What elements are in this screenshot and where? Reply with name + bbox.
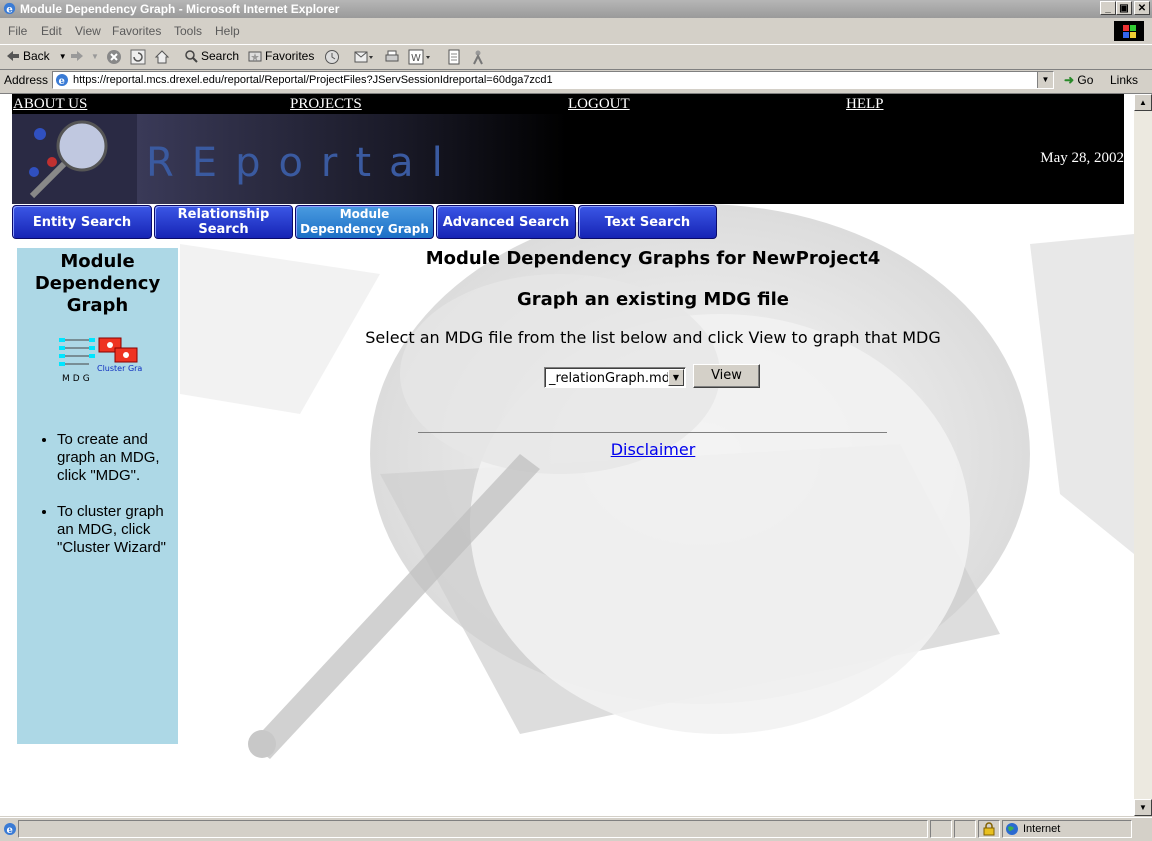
menu-view[interactable]: View: [75, 24, 101, 38]
mdg-file-select[interactable]: _relationGraph.mdg ▼: [544, 367, 686, 388]
maximize-button[interactable]: ▣: [1116, 1, 1132, 15]
edit-icon[interactable]: W: [408, 49, 432, 65]
svg-text:e: e: [6, 3, 13, 15]
tab-advanced-search[interactable]: Advanced Search: [436, 205, 576, 239]
close-button[interactable]: ✕: [1134, 1, 1150, 15]
menu-tools[interactable]: Tools: [174, 24, 202, 38]
sidebar-tips: To create and graph an MDG, click "MDG".…: [17, 431, 178, 575]
page-subheading: Graph an existing MDG file: [516, 289, 790, 310]
svg-text:e: e: [7, 825, 13, 836]
view-button[interactable]: View: [693, 364, 760, 388]
svg-text:e: e: [59, 76, 65, 87]
home-icon[interactable]: [154, 49, 170, 65]
browser-toolbar: Back ▼ ▼ Search Favorites W: [0, 44, 1152, 70]
go-arrow-icon: ➜: [1064, 73, 1075, 87]
forward-button[interactable]: ▼: [70, 49, 99, 63]
sidebar: Module Dependency Graph MDG Cluster Grap…: [17, 248, 178, 744]
address-input[interactable]: e https://reportal.mcs.drexel.edu/report…: [52, 71, 1054, 89]
svg-text:W: W: [411, 53, 421, 64]
favorites-icon: [248, 51, 262, 62]
address-bar: Address e https://reportal.mcs.drexel.ed…: [0, 69, 1152, 94]
back-arrow-icon: [7, 51, 19, 61]
divider: [418, 432, 887, 433]
tab-module-dependency-graph[interactable]: Module Dependency Graph: [295, 205, 434, 239]
go-button[interactable]: ➜ Go: [1064, 73, 1093, 87]
lock-icon: [983, 822, 995, 836]
page-icon: e: [56, 74, 68, 87]
forward-dropdown-icon[interactable]: ▼: [91, 52, 99, 61]
page-viewport: ABOUT US PROJECTS LOGOUT HELP REportal M…: [0, 94, 1134, 816]
nav-projects[interactable]: PROJECTS: [290, 96, 362, 113]
menu-edit[interactable]: Edit: [41, 24, 62, 38]
disclaimer-link[interactable]: Disclaimer: [178, 440, 1128, 459]
header-date: May 28, 2002: [1040, 150, 1124, 166]
mail-icon[interactable]: [354, 49, 374, 65]
page-heading: Module Dependency Graphs for NewProject4: [425, 248, 881, 269]
stop-icon[interactable]: [106, 49, 122, 65]
scroll-up-icon[interactable]: ▲: [1134, 94, 1152, 111]
window-title: Module Dependency Graph - Microsoft Inte…: [20, 2, 340, 16]
history-icon[interactable]: [324, 49, 340, 65]
messenger-icon[interactable]: [470, 49, 486, 65]
tab-entity-search[interactable]: Entity Search: [12, 205, 152, 239]
scroll-down-icon[interactable]: ▼: [1134, 799, 1152, 816]
chevron-down-icon[interactable]: ▼: [668, 369, 684, 386]
site-header: ABOUT US PROJECTS LOGOUT HELP REportal M…: [12, 94, 1124, 204]
vertical-scrollbar[interactable]: ▲ ▼: [1134, 94, 1152, 816]
tip-create-mdg: To create and graph an MDG, click "MDG".: [57, 431, 178, 485]
go-label: Go: [1077, 73, 1094, 87]
menu-favorites[interactable]: Favorites: [112, 24, 161, 38]
ie-icon: e: [3, 2, 16, 15]
internet-globe-icon: [1006, 823, 1018, 835]
status-bar: e Internet: [0, 817, 1152, 841]
print-icon[interactable]: [384, 49, 400, 65]
sidebar-title: Module Dependency Graph: [34, 251, 161, 316]
menu-file[interactable]: File: [8, 24, 27, 38]
forward-arrow-icon: [71, 51, 83, 61]
status-zone-label: Internet: [1023, 823, 1061, 835]
menu-bar: File Edit View Favorites Tools Help: [0, 20, 1152, 42]
windows-logo-icon: [1114, 21, 1144, 41]
favorites-button[interactable]: Favorites: [248, 49, 314, 63]
instruction-text: Select an MDG file from the list below a…: [365, 328, 941, 347]
menu-help[interactable]: Help: [215, 24, 240, 38]
discuss-icon[interactable]: [446, 49, 462, 65]
svg-text:MDG: MDG: [62, 374, 93, 384]
tip-cluster-graph: To cluster graph an MDG, click "Cluster …: [57, 503, 178, 557]
favorites-label: Favorites: [265, 49, 315, 63]
back-label: Back: [23, 49, 50, 63]
tab-relationship-search[interactable]: Relationship Search: [154, 205, 293, 239]
status-text-panel: [18, 820, 928, 838]
logo-letters: REportal: [146, 140, 461, 186]
mdg-file-select-value: _relationGraph.mdg: [549, 371, 679, 386]
search-button[interactable]: Search: [184, 49, 239, 63]
links-button[interactable]: Links: [1110, 73, 1138, 87]
reportal-banner-logo: REportal: [12, 114, 567, 204]
nav-logout[interactable]: LOGOUT: [568, 96, 630, 113]
search-icon: [185, 50, 198, 63]
window-title-bar: e Module Dependency Graph - Microsoft In…: [0, 0, 1152, 18]
back-button[interactable]: Back ▼: [6, 49, 67, 63]
nav-help[interactable]: HELP: [846, 96, 884, 113]
address-label: Address: [4, 73, 49, 87]
address-url: https://reportal.mcs.drexel.edu/reportal…: [73, 74, 553, 86]
minimize-button[interactable]: _: [1100, 1, 1116, 15]
address-dropdown-icon[interactable]: ▼: [1037, 72, 1053, 88]
svg-text:Cluster Graph: Cluster Graph: [97, 364, 143, 373]
tab-text-search[interactable]: Text Search: [578, 205, 717, 239]
status-zone-panel: Internet: [1002, 820, 1132, 838]
search-label: Search: [201, 49, 240, 63]
cluster-graph-icon[interactable]: Cluster Graph: [97, 336, 143, 384]
status-panel-empty-2: [954, 820, 976, 838]
page-status-icon: e: [4, 823, 16, 836]
status-panel-empty: [930, 820, 952, 838]
back-dropdown-icon[interactable]: ▼: [59, 52, 67, 61]
status-lock-panel: [978, 820, 1000, 838]
nav-about-us[interactable]: ABOUT US: [13, 96, 87, 113]
refresh-icon[interactable]: [130, 49, 146, 65]
